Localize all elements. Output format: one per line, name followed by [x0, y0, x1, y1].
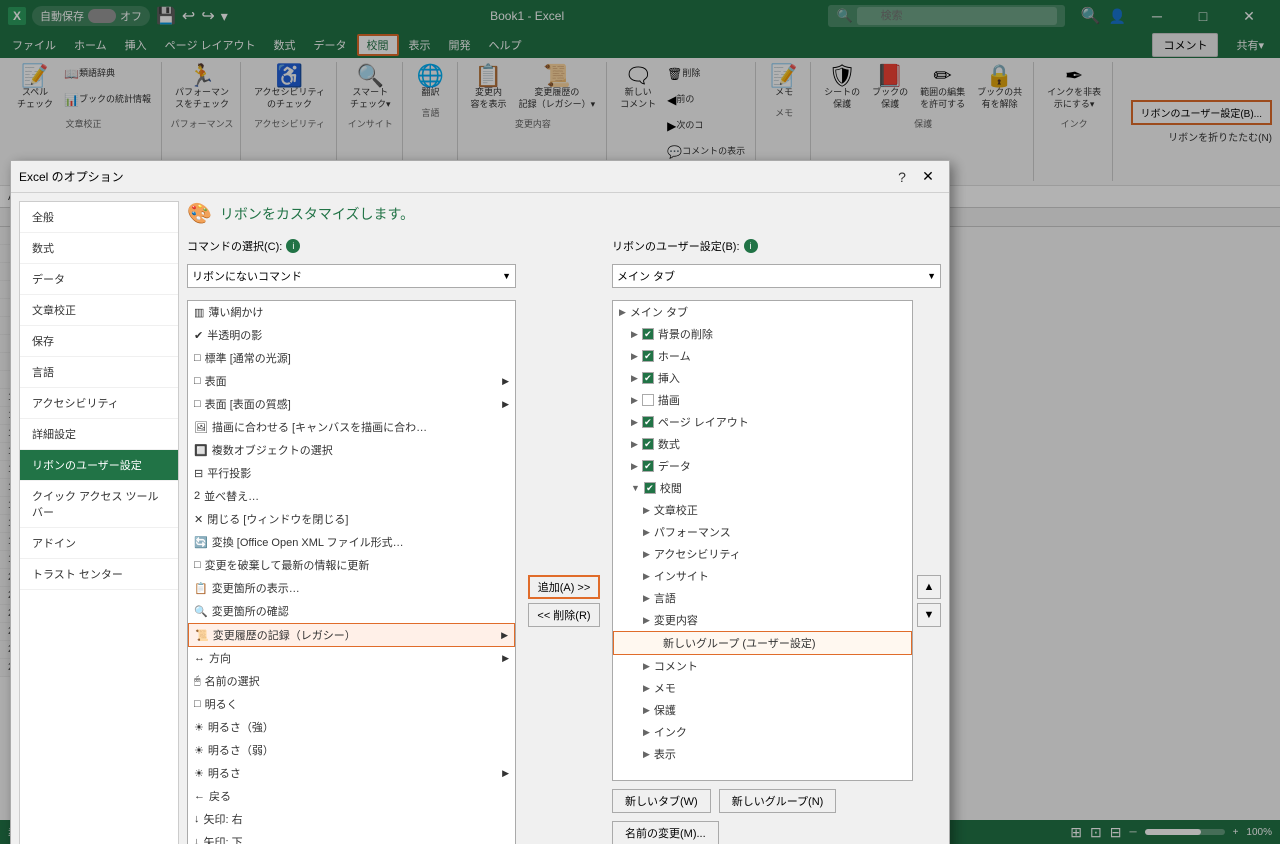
nav-advanced[interactable]: 詳細設定 — [20, 419, 178, 450]
checkbox[interactable]: ✔ — [642, 460, 654, 472]
list-item[interactable]: 🖱名前の選択 — [188, 670, 515, 693]
list-item[interactable]: ↔方向▶ — [188, 647, 515, 670]
list-item[interactable]: □標準 [通常の光源] — [188, 347, 515, 370]
tree-item[interactable]: ▶✔データ — [613, 455, 912, 477]
list-item[interactable]: ✕閉じる [ウィンドウを閉じる] — [188, 508, 515, 531]
nav-qat[interactable]: クイック アクセス ツール バー — [20, 481, 178, 528]
list-item[interactable]: ✔半透明の影 — [188, 324, 515, 347]
checkbox[interactable]: ✔ — [642, 416, 654, 428]
tree-item-new-group[interactable]: 新しいグループ (ユーザー設定) — [613, 631, 912, 655]
middle-buttons: 追加(A) >> << 削除(R) — [524, 300, 604, 820]
tree-bottom-buttons: 新しいタブ(W) 新しいグループ(N) 名前の変更(M)... — [612, 781, 913, 820]
nav-accessibility[interactable]: アクセシビリティ — [20, 388, 178, 419]
nav-addins[interactable]: アドイン — [20, 528, 178, 559]
tree-item[interactable]: ▶インク — [613, 721, 912, 743]
tree-item[interactable]: ▶言語 — [613, 587, 912, 609]
list-item[interactable]: □変更を破棄して最新の情報に更新 — [188, 554, 515, 577]
list-item[interactable]: ☀明るさ（強） — [188, 716, 515, 739]
tree-item[interactable]: ▶保護 — [613, 699, 912, 721]
ribbon-tree[interactable]: ▶メイン タブ ▶✔背景の削除 ▶✔ホーム ▶✔挿入 ▶描画 ▶✔ページ レイア… — [612, 300, 913, 781]
list-item[interactable]: 🔲複数オブジェクトの選択 — [188, 439, 515, 462]
list-item[interactable]: ☀明るさ（弱） — [188, 739, 515, 762]
tree-item[interactable]: ▶✔挿入 — [613, 367, 912, 389]
tree-item[interactable]: ▶コメント — [613, 655, 912, 677]
list-item[interactable]: ←戻る — [188, 785, 515, 808]
new-group-button[interactable]: 新しいグループ(N) — [719, 789, 837, 813]
tree-item[interactable]: ▶文章校正 — [613, 499, 912, 521]
tree-item[interactable]: ▶✔背景の削除 — [613, 323, 912, 345]
list-item[interactable]: □表面 [表面の質感]▶ — [188, 393, 515, 416]
list-item[interactable]: ↓矢印: 右 — [188, 808, 515, 820]
tree-main-tab[interactable]: ▶メイン タブ — [613, 301, 912, 323]
ribbon-tree-section: ▶メイン タブ ▶✔背景の削除 ▶✔ホーム ▶✔挿入 ▶描画 ▶✔ページ レイア… — [612, 300, 941, 820]
tree-item[interactable]: ▶描画 — [613, 389, 912, 411]
checkbox[interactable]: ✔ — [644, 482, 656, 494]
ribbon-dropdown-arrow: ▼ — [927, 271, 936, 281]
ribbon-info-icon: i — [744, 239, 758, 253]
command-dropdown-arrow: ▼ — [502, 271, 511, 281]
tree-item[interactable]: ▶✔ページ レイアウト — [613, 411, 912, 433]
list-item[interactable]: 📋変更箇所の表示… — [188, 577, 515, 600]
command-list-section: ▥薄い網かけ ✔半透明の影 □標準 [通常の光源] □表面▶ □表面 [表面の質… — [187, 300, 516, 820]
dialog-main: 🎨 リボンをカスタマイズします。 コマンドの選択(C): i — [187, 208, 941, 820]
nav-general[interactable]: 全般 — [20, 208, 178, 233]
tree-item-review[interactable]: ▼✔校閲 — [613, 477, 912, 499]
nav-proofing[interactable]: 文章校正 — [20, 295, 178, 326]
down-button[interactable]: ▼ — [917, 603, 941, 627]
nav-ribbon[interactable]: リボンのユーザー設定 — [20, 450, 178, 481]
nav-save[interactable]: 保存 — [20, 326, 178, 357]
up-down-buttons: ▲ ▼ — [917, 300, 941, 820]
checkbox[interactable]: ✔ — [642, 438, 654, 450]
dialog-content: 全般 数式 データ 文章校正 保存 言語 アクセシビリティ 詳細設定 リボンのユ… — [11, 208, 949, 820]
command-dropdown[interactable]: リボンにないコマンド ▼ — [187, 264, 516, 288]
command-label: コマンドの選択(C): i — [187, 238, 516, 254]
customize-ribbon-icon: 🎨 — [187, 208, 212, 226]
list-item[interactable]: 2並べ替え… — [188, 485, 515, 508]
tree-item[interactable]: ▶インサイト — [613, 565, 912, 587]
tree-item[interactable]: ▶表示 — [613, 743, 912, 765]
list-item[interactable]: ☀明るさ▶ — [188, 762, 515, 785]
list-item[interactable]: 🔍変更箇所の確認 — [188, 600, 515, 623]
tree-item[interactable]: ▶アクセシビリティ — [613, 543, 912, 565]
list-item-track-changes[interactable]: 📜変更履歴の記録（レガシー）▶ — [188, 623, 515, 647]
list-item[interactable]: ⊟平行投影 — [188, 462, 515, 485]
tree-item[interactable]: ▶パフォーマンス — [613, 521, 912, 543]
tree-item[interactable]: ▶変更内容 — [613, 609, 912, 631]
checkbox[interactable]: ✔ — [642, 372, 654, 384]
up-button[interactable]: ▲ — [917, 575, 941, 599]
nav-data[interactable]: データ — [20, 264, 178, 295]
list-item[interactable]: □明るく — [188, 693, 515, 716]
nav-trustcenter[interactable]: トラスト センター — [20, 559, 178, 590]
checkbox[interactable]: ✔ — [642, 350, 654, 362]
dialog-heading: リボンをカスタマイズします。 — [220, 208, 414, 224]
add-button[interactable]: 追加(A) >> — [528, 575, 600, 599]
tree-item[interactable]: ▶✔数式 — [613, 433, 912, 455]
ribbon-dropdown[interactable]: メイン タブ ▼ — [612, 264, 941, 288]
dialog-nav: 全般 数式 データ 文章校正 保存 言語 アクセシビリティ 詳細設定 リボンのユ… — [19, 208, 179, 820]
list-item[interactable]: □表面▶ — [188, 370, 515, 393]
new-tab-button[interactable]: 新しいタブ(W) — [612, 789, 711, 813]
command-info-icon: i — [286, 239, 300, 253]
command-list[interactable]: ▥薄い網かけ ✔半透明の影 □標準 [通常の光源] □表面▶ □表面 [表面の質… — [187, 300, 516, 820]
list-item[interactable]: ▥薄い網かけ — [188, 301, 515, 324]
ribbon-label: リボンのユーザー設定(B): i — [612, 238, 941, 254]
tree-item[interactable]: ▶✔ホーム — [613, 345, 912, 367]
excel-options-dialog: Excel のオプション ? ✕ 全般 数式 データ 文章校正 保存 言語 アク… — [10, 208, 950, 820]
checkbox[interactable]: ✔ — [642, 328, 654, 340]
remove-button[interactable]: << 削除(R) — [528, 603, 600, 627]
dialog-overlay: Excel のオプション ? ✕ 全般 数式 データ 文章校正 保存 言語 アク… — [0, 208, 1280, 820]
checkbox[interactable] — [642, 394, 654, 406]
list-item[interactable]: 🔄変換 [Office Open XML ファイル形式… — [188, 531, 515, 554]
nav-formula[interactable]: 数式 — [20, 233, 178, 264]
nav-language[interactable]: 言語 — [20, 357, 178, 388]
tree-item[interactable]: ▶メモ — [613, 677, 912, 699]
list-item[interactable]: 🖼描画に合わせる [キャンバスを描画に合わ… — [188, 416, 515, 439]
